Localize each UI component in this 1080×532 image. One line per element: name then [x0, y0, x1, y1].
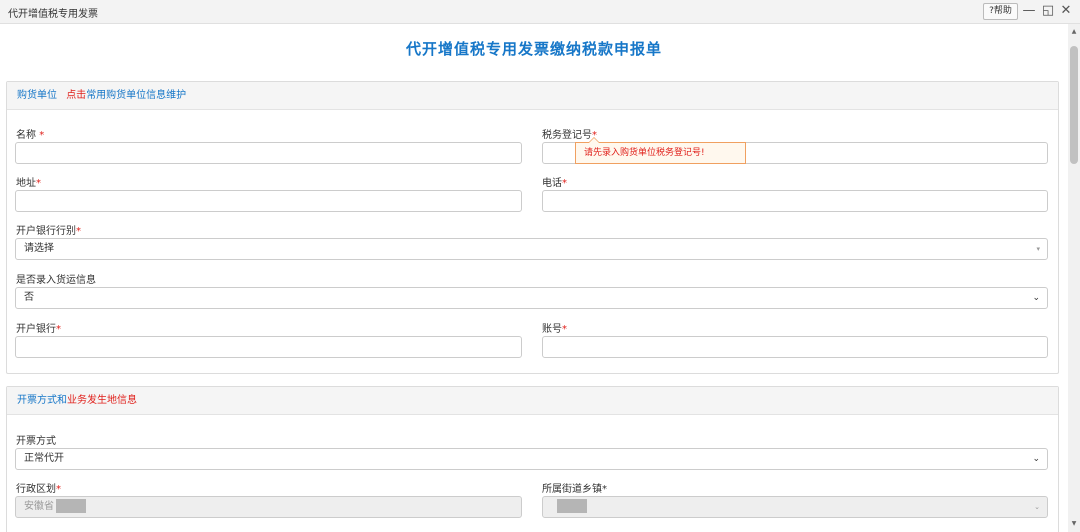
street-label: 所属街道乡镇*	[542, 484, 607, 495]
chevron-down-icon: ▾	[1036, 245, 1040, 253]
chevron-down-icon: ⌄	[1034, 503, 1040, 511]
invoice-method-value: 正常代开	[24, 453, 64, 464]
validation-tooltip: 请先录入购货单位税务登记号!	[575, 137, 746, 164]
invoice-method-select[interactable]: 正常代开 ⌄	[15, 448, 1048, 470]
name-label: 名称 *	[16, 130, 45, 141]
window-titlebar: 代开增值税专用发票 ?帮助 — ◱ ✕	[0, 0, 1080, 24]
invoice-method-panel-header: 开票方式和业务发生地信息	[7, 387, 1058, 415]
district-select[interactable]: 安徽省	[15, 496, 522, 518]
click-link[interactable]: 点击	[66, 90, 86, 101]
page-title: 代开增值税专用发票缴纳税款申报单	[405, 40, 662, 58]
scroll-up-icon[interactable]: ▲	[1068, 26, 1080, 38]
phone-label: 电话*	[542, 178, 567, 189]
chevron-down-icon: ⌄	[1032, 293, 1040, 303]
phone-input[interactable]	[542, 190, 1048, 212]
invoice-method-label: 开票方式	[16, 436, 56, 447]
bank-label: 开户银行*	[16, 324, 61, 335]
buyer-panel-header: 购货单位 点击常用购货单位信息维护	[7, 82, 1058, 110]
invoice-method-panel-title: 开票方式和	[17, 395, 67, 406]
address-input[interactable]	[15, 190, 522, 212]
minimize-icon[interactable]: —	[1022, 3, 1036, 19]
district-label: 行政区划*	[16, 484, 61, 495]
cargo-info-value: 否	[24, 292, 34, 303]
restore-icon[interactable]: ◱	[1041, 3, 1055, 19]
redaction-block	[557, 499, 587, 513]
chevron-down-icon: ⌄	[1032, 454, 1040, 464]
scroll-down-icon[interactable]: ▼	[1068, 518, 1080, 530]
street-select[interactable]: ⌄	[542, 496, 1048, 518]
buyer-panel: 购货单位 点击常用购货单位信息维护	[6, 81, 1059, 374]
cargo-info-label: 是否录入货运信息	[16, 275, 96, 286]
bank-input[interactable]	[15, 336, 522, 358]
account-label: 账号*	[542, 324, 567, 335]
business-location-title: 业务发生地信息	[67, 395, 137, 406]
district-value: 安徽省	[24, 501, 54, 512]
buyer-panel-title: 购货单位	[17, 90, 57, 101]
window-title: 代开增值税专用发票	[8, 9, 98, 20]
scrollbar-thumb[interactable]	[1070, 46, 1078, 164]
close-icon[interactable]: ✕	[1059, 3, 1073, 19]
form-area: 代开增值税专用发票缴纳税款申报单 购货单位 点击常用购货单位信息维护 名称 * …	[0, 24, 1068, 532]
redaction-block	[56, 499, 86, 513]
bank-type-value: 请选择	[24, 243, 54, 254]
vertical-scrollbar[interactable]: ▲ ▼	[1068, 24, 1080, 532]
bank-type-select[interactable]: 请选择 ▾	[15, 238, 1048, 260]
common-buyer-maintenance-link[interactable]: 常用购货单位信息维护	[86, 90, 186, 101]
cargo-info-select[interactable]: 否 ⌄	[15, 287, 1048, 309]
name-input[interactable]	[15, 142, 522, 164]
help-button[interactable]: ?帮助	[983, 3, 1018, 20]
bank-type-label: 开户银行行别*	[16, 226, 81, 237]
address-label: 地址*	[16, 178, 41, 189]
account-input[interactable]	[542, 336, 1048, 358]
